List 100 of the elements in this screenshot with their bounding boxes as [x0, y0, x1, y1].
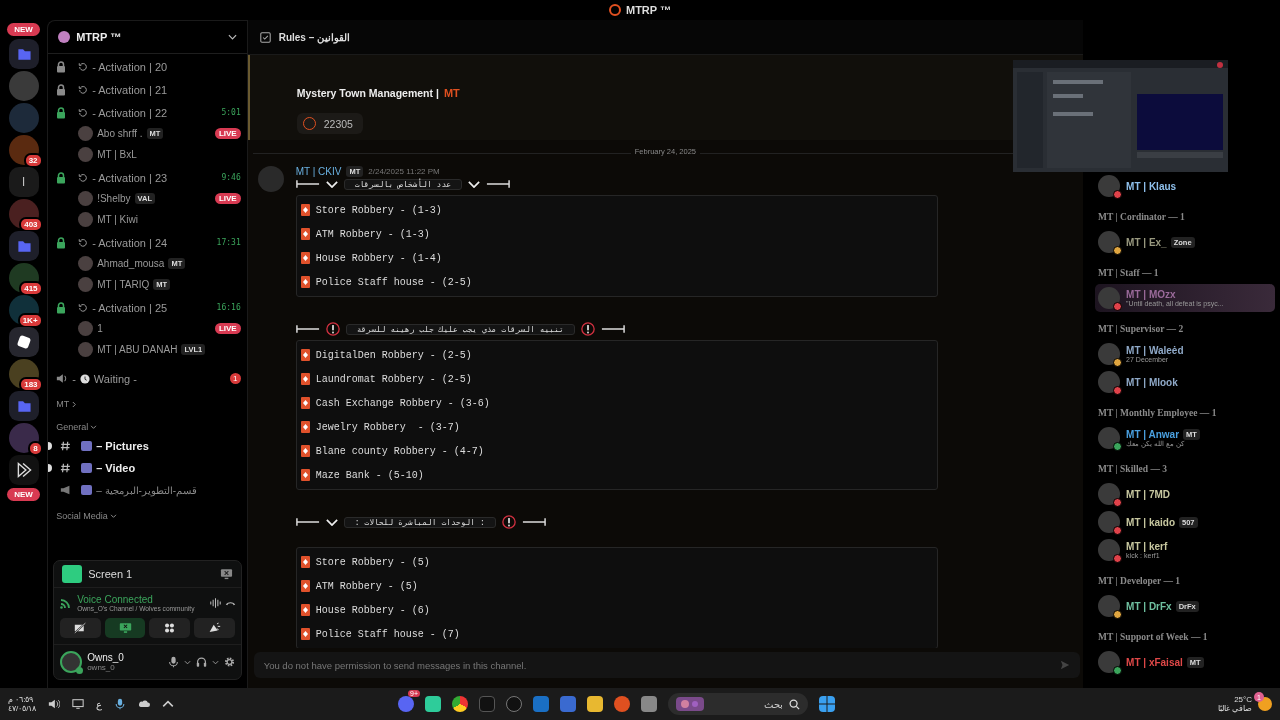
member-avatar[interactable]	[1098, 483, 1121, 505]
member-avatar[interactable]	[1098, 539, 1121, 561]
text-channel-name[interactable]: – Pictures	[96, 440, 149, 452]
member-avatar[interactable]	[1098, 231, 1121, 253]
voice-user-name[interactable]: !Shelby	[97, 193, 131, 204]
chat-app-icon[interactable]	[398, 696, 414, 712]
caret-icon[interactable]	[211, 659, 219, 665]
member-avatar[interactable]	[1098, 175, 1121, 197]
server-name[interactable]: MTRP ™	[76, 31, 222, 43]
microphone-icon[interactable]	[167, 656, 179, 668]
voice-channel-name[interactable]: - Activation | 23	[92, 171, 168, 184]
diamond-icon	[300, 204, 310, 216]
voice-channel-name[interactable]: - Activation | 21	[92, 83, 168, 96]
category-name[interactable]: General	[56, 422, 89, 432]
camera-button[interactable]	[60, 618, 101, 638]
weather-icon[interactable]	[1258, 697, 1272, 711]
voice-user-name[interactable]: MT | Kiwi	[97, 214, 138, 225]
voice-user-name[interactable]: MT | ABU DANAH	[97, 344, 178, 355]
voice-channel-name[interactable]: - Activation | 24	[92, 236, 168, 249]
mail-app-icon[interactable]	[533, 696, 549, 712]
soundboard-button[interactable]	[194, 618, 235, 638]
member-name[interactable]: MT | MOzx	[1126, 289, 1176, 300]
member-name[interactable]: MT | kerf	[1126, 541, 1168, 552]
unread-count: 8	[28, 441, 43, 456]
user-avatar[interactable]	[60, 651, 83, 673]
play-icon[interactable]	[8, 455, 39, 485]
user-avatar	[78, 126, 94, 141]
member-avatar[interactable]	[1098, 595, 1121, 617]
activity-button[interactable]	[149, 618, 191, 638]
diamond-icon	[300, 252, 310, 264]
member-avatar[interactable]	[1098, 343, 1121, 365]
game-app-icon[interactable]	[614, 696, 630, 712]
language-indicator[interactable]: ع	[96, 698, 103, 710]
refresh-icon	[78, 237, 89, 248]
folder-icon[interactable]	[8, 231, 39, 261]
headphones-icon[interactable]	[195, 656, 207, 668]
settings-icon[interactable]	[223, 656, 235, 668]
folder-icon[interactable]	[8, 39, 39, 69]
app-icon[interactable]	[479, 696, 495, 712]
music-app-icon[interactable]	[506, 696, 522, 712]
dice-icon[interactable]	[8, 327, 39, 357]
member-avatar[interactable]	[1098, 371, 1121, 393]
author-avatar	[257, 166, 284, 192]
voice-user-name[interactable]: Abo shrff .	[97, 128, 143, 139]
member-name[interactable]: MT | kaido	[1126, 516, 1175, 528]
browser-icon[interactable]	[452, 696, 468, 712]
member-name[interactable]: MT | Klaus	[1126, 180, 1177, 192]
voice-timer: 17:31	[216, 238, 241, 247]
folder-icon[interactable]	[587, 696, 603, 712]
member-avatar[interactable]	[1098, 511, 1121, 533]
member-name[interactable]: MT | Waleėd	[1126, 345, 1184, 356]
clock-icon	[79, 373, 90, 384]
member-avatar[interactable]	[1098, 427, 1121, 449]
voice-channel-name[interactable]: - Activation | 20	[92, 60, 168, 73]
folder-icon[interactable]	[8, 391, 39, 421]
app-icon[interactable]	[425, 696, 441, 712]
member-name[interactable]: MT | DrFx	[1126, 600, 1172, 612]
chevron-down-icon[interactable]	[227, 34, 237, 40]
code-line: Store Robbery - (1-3)	[315, 204, 442, 216]
voice-channel-name[interactable]: - Activation | 22	[92, 106, 168, 119]
author-name[interactable]: MT | CKIV	[295, 166, 342, 177]
monitor-icon[interactable]	[72, 698, 85, 710]
voice-user-name[interactable]: 1	[97, 323, 103, 334]
member-name[interactable]: MT | Ex_	[1126, 236, 1167, 248]
member-avatar[interactable]	[1098, 651, 1121, 673]
text-channel-name[interactable]: – Video	[96, 462, 136, 474]
reaction-button[interactable]: 22305	[296, 113, 363, 134]
cloud-icon[interactable]	[138, 698, 151, 710]
diamond-icon	[300, 580, 310, 592]
microphone-icon[interactable]	[114, 698, 127, 710]
voice-channel-name[interactable]: - Activation | 25	[92, 301, 168, 314]
store-icon[interactable]	[560, 696, 576, 712]
category-name[interactable]: Social Media	[56, 511, 108, 521]
search-field[interactable]: بحث	[668, 693, 808, 715]
server-icon[interactable]	[8, 135, 39, 165]
hash-icon	[60, 462, 73, 474]
server-icon[interactable]: l	[8, 167, 39, 197]
voice-user-name[interactable]: Ahmad_mousa	[97, 258, 165, 269]
role-group-header: MT | Support of Week — 1	[1098, 632, 1209, 642]
sound-wave-icon[interactable]	[209, 598, 221, 608]
chevron-up-icon[interactable]	[162, 698, 175, 710]
member-name[interactable]: MT | 7MD	[1126, 488, 1170, 500]
volume-icon[interactable]	[48, 698, 61, 710]
member-name[interactable]: MT | Mlook	[1126, 376, 1178, 388]
text-channel-name[interactable]: – قسم-التطوير-البرمجية	[96, 484, 198, 496]
voice-channel-name[interactable]: Waiting -	[93, 372, 137, 385]
caret-icon[interactable]	[183, 659, 191, 665]
member-avatar[interactable]	[1098, 287, 1121, 309]
windows-start-icon[interactable]	[819, 696, 835, 712]
screen-button[interactable]	[104, 618, 146, 638]
category-name[interactable]: MT	[56, 399, 70, 409]
user-avatar	[78, 277, 94, 292]
voice-user-name[interactable]: MT | TARIQ	[97, 279, 150, 290]
stop-stream-icon[interactable]	[219, 568, 233, 580]
voice-user-name[interactable]: MT | BxL	[97, 149, 137, 160]
message-input[interactable]: You do not have permission to send messages in this channel.	[253, 652, 1081, 678]
member-name[interactable]: MT | Anwar	[1126, 428, 1180, 440]
member-name[interactable]: MT | xFaisal	[1126, 656, 1183, 668]
screen-share-icon	[118, 622, 132, 634]
window-icon[interactable]	[641, 696, 657, 712]
